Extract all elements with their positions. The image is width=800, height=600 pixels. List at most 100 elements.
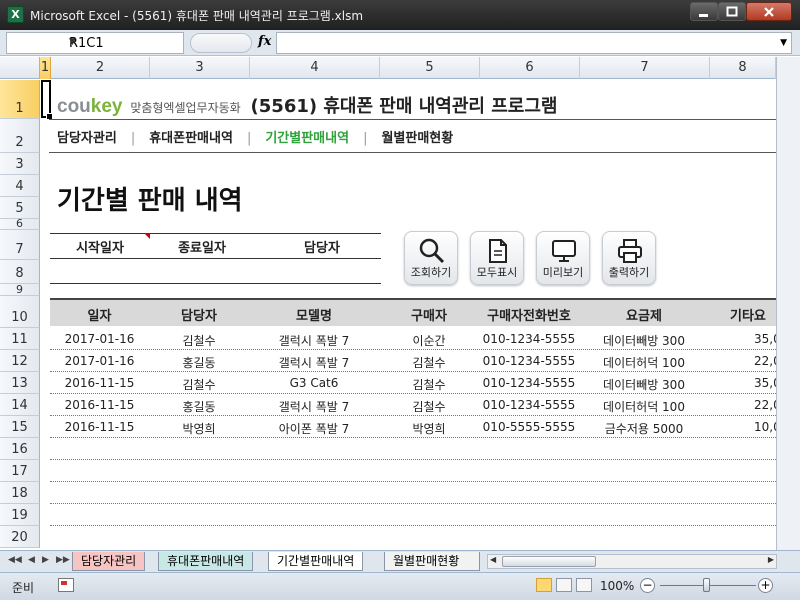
sheet-tab-monthly-sales[interactable]: 월별판매현황 [384,552,480,571]
column-header[interactable]: 8 [710,57,776,79]
row-header[interactable]: 9 [0,283,40,296]
start-date-field[interactable] [58,261,142,281]
cell-staff: 김철수 [182,334,216,348]
vertical-scrollbar[interactable] [776,57,800,550]
column-header[interactable]: 7 [580,57,710,79]
close-button[interactable] [746,2,792,21]
row-header[interactable]: 11 [0,328,40,350]
row-header[interactable]: 19 [0,504,40,526]
selected-cell[interactable] [41,80,53,120]
preview-button[interactable]: 미리보기 [536,231,590,285]
row-header[interactable]: 16 [0,438,40,460]
row-header[interactable]: 2 [0,119,40,153]
nav-item-phone-sales[interactable]: 휴대폰판매내역 [149,131,233,146]
column-header[interactable]: 1 [40,57,51,79]
print-button[interactable]: 출력하기 [602,231,656,285]
brand-header: coukey 맞춤형엑셀업무자동화 (5561) 휴대폰 판매 내역관리 프로그… [57,92,557,118]
row-header[interactable]: 5 [0,197,40,219]
table-row-empty[interactable] [50,504,776,526]
table-row-empty[interactable] [50,526,776,547]
end-date-field[interactable] [160,261,244,281]
comment-indicator[interactable] [144,233,150,239]
zoom-out-button[interactable]: − [640,578,655,593]
table-row-empty[interactable] [50,438,776,460]
minimize-button[interactable] [690,2,718,21]
row-header[interactable]: 10 [0,296,40,328]
scroll-thumb[interactable] [502,556,596,567]
worksheet[interactable]: coukey 맞춤형엑셀업무자동화 (5561) 휴대폰 판매 내역관리 프로그… [41,80,776,547]
row-header[interactable]: 17 [0,460,40,482]
prev-sheet-icon[interactable]: ◀ [28,555,35,565]
first-sheet-icon[interactable]: ◀◀ [8,555,22,565]
logo-tagline: 맞춤형엑셀업무자동화 [130,101,241,115]
row-header[interactable]: 18 [0,482,40,504]
table-row[interactable]: 2016-11-15 박영희 아이폰 폭발 7 박영희 010-5555-555… [50,416,776,438]
zoom-level[interactable]: 100% [600,579,634,593]
column-header[interactable]: 2 [51,57,150,79]
staff-field[interactable] [280,261,364,281]
column-header[interactable]: 4 [250,57,380,79]
sheet-tab-bar: ◀◀ ◀ ▶ ▶▶ 담당자관리 휴대폰판매내역 기간별판매내역 월별판매현황 ◀… [0,550,800,572]
expand-formula-icon[interactable]: ▼ [780,38,787,48]
sheet-tab-staff[interactable]: 담당자관리 [72,552,146,571]
cell-date: 2017-01-16 [64,332,135,346]
name-box[interactable]: R1C1 ▼ [6,32,184,54]
row-header[interactable]: 4 [0,175,40,197]
column-label: 요금제 [626,309,662,324]
row-header[interactable]: 8 [0,260,40,284]
zoom-slider-thumb[interactable] [703,578,710,592]
row-header[interactable]: 14 [0,394,40,416]
column-header[interactable]: 6 [480,57,580,79]
row-header[interactable]: 7 [0,230,40,260]
formula-input[interactable]: ▼ [276,32,792,54]
nav-item-period-sales[interactable]: 기간별판매내역 [265,131,349,146]
page-break-view-button[interactable] [576,578,592,592]
chevron-down-icon[interactable]: ▼ [69,37,179,47]
horizontal-scrollbar[interactable]: ◀ ▶ [487,554,777,569]
formula-bar: R1C1 ▼ fx ▼ [0,30,800,56]
page-layout-view-button[interactable] [556,578,572,592]
excel-app-icon[interactable]: X [7,6,24,23]
formula-tools[interactable] [190,33,252,53]
search-button[interactable]: 조회하기 [404,231,458,285]
row-header[interactable]: 3 [0,153,40,175]
cell-date: 2016-11-15 [64,420,135,434]
nav-separator: | [363,131,368,146]
scroll-right-icon[interactable]: ▶ [768,555,774,564]
nav-item-monthly-sales[interactable]: 월별판매현황 [381,131,453,146]
fx-icon[interactable]: fx [258,34,271,49]
table-row[interactable]: 2016-11-15 김철수 G3 Cat6 김철수 010-1234-5555… [50,372,776,394]
table-row-empty[interactable] [50,482,776,504]
column-label: 담당자 [181,309,217,324]
sheet-tab-period-sales[interactable]: 기간별판매내역 [268,552,364,571]
row-header[interactable]: 20 [0,526,40,548]
table-row[interactable]: 2017-01-16 홍길동 갤럭시 폭발 7 김철수 010-1234-555… [50,350,776,372]
row-header[interactable]: 13 [0,372,40,394]
filter-panel: 시작일자 종료일자 담당자 [50,233,381,284]
cell-phone: 010-1234-5555 [482,332,576,346]
sheet-tab-phone-sales[interactable]: 휴대폰판매내역 [158,552,254,571]
macro-record-icon[interactable] [58,578,74,592]
select-all-corner[interactable] [0,57,40,79]
row-header[interactable]: 1 [0,80,40,119]
nav-item-staff[interactable]: 담당자관리 [57,131,117,146]
column-header[interactable]: 5 [380,57,480,79]
last-sheet-icon[interactable]: ▶▶ [56,555,70,565]
row-header[interactable]: 6 [0,217,40,230]
column-headers: 1 2 3 4 5 6 7 8 [0,57,800,79]
show-all-button[interactable]: 모두표시 [470,231,524,285]
zoom-in-button[interactable]: + [758,578,773,593]
cell-staff: 홍길동 [182,400,216,414]
column-header[interactable]: 3 [150,57,250,79]
cell-phone: 010-5555-5555 [482,420,576,434]
scroll-left-icon[interactable]: ◀ [490,555,496,564]
row-header[interactable]: 12 [0,350,40,372]
table-row-empty[interactable] [50,460,776,482]
table-row[interactable]: 2017-01-16 김철수 갤럭시 폭발 7 이순간 010-1234-555… [50,328,776,350]
table-row[interactable]: 2016-11-15 홍길동 갤럭시 폭발 7 김철수 010-1234-555… [50,394,776,416]
maximize-button[interactable] [718,2,746,21]
row-header[interactable]: 15 [0,416,40,438]
search-icon [419,238,445,264]
next-sheet-icon[interactable]: ▶ [42,555,49,565]
normal-view-button[interactable] [536,578,552,592]
